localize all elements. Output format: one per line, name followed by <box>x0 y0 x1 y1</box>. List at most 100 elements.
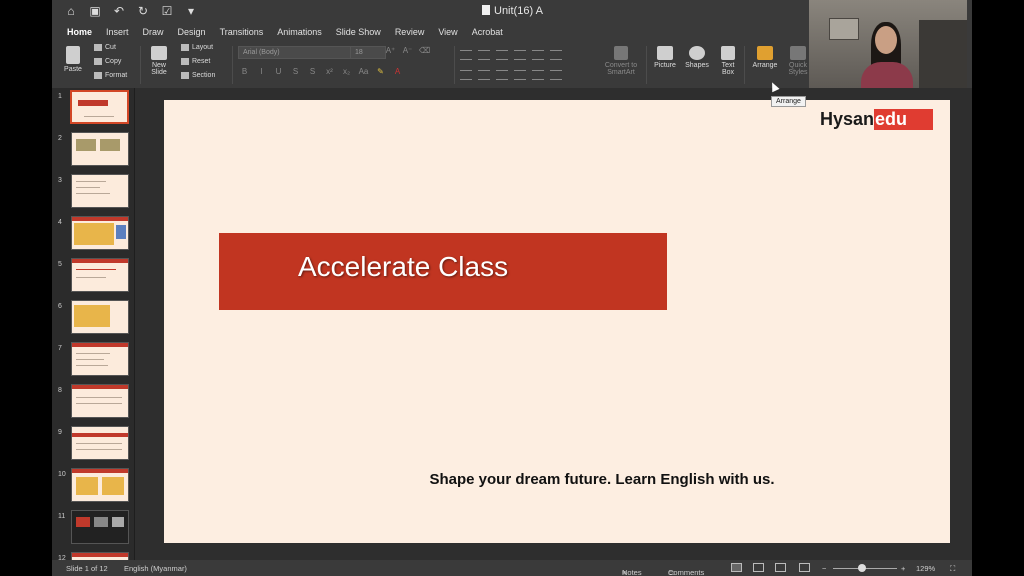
customize-chevron-icon[interactable]: ▾ <box>184 4 198 18</box>
strikethrough-icon[interactable]: S <box>289 67 302 76</box>
reading-view-icon[interactable] <box>775 563 786 572</box>
slide-thumbnail[interactable]: 3 <box>52 174 134 208</box>
fit-to-window-icon[interactable]: ⛶ <box>950 564 955 574</box>
status-bar: Slide 1 of 12 English (Myanmar) ≡ Notes … <box>52 560 972 576</box>
bold-icon[interactable]: B <box>238 67 251 76</box>
home-icon[interactable]: ⌂ <box>64 4 78 18</box>
check-icon[interactable]: ☑ <box>160 4 174 18</box>
normal-view-icon[interactable] <box>731 563 742 572</box>
text-box-button[interactable]: Text Box <box>717 46 739 76</box>
redo-icon[interactable]: ↻ <box>136 4 150 18</box>
layout-icon <box>181 44 189 51</box>
new-slide-button[interactable]: New Slide <box>148 46 170 76</box>
thumbnail-image <box>71 258 129 292</box>
slide[interactable]: Hysan edu Accelerate Class Shape your dre… <box>164 100 950 543</box>
bullets-icon[interactable] <box>460 50 472 60</box>
section-button[interactable]: Section <box>181 72 215 79</box>
underline-icon[interactable]: U <box>272 67 285 76</box>
shrink-font-icon[interactable]: A⁻ <box>401 46 414 55</box>
tab-slide-show[interactable]: Slide Show <box>329 24 388 42</box>
slide-thumbnail[interactable]: 6 <box>52 300 134 334</box>
slide-thumbnail[interactable]: 5 <box>52 258 134 292</box>
language-indicator[interactable]: English (Myanmar) <box>124 564 187 573</box>
align-center-icon[interactable] <box>478 70 490 80</box>
thumbnail-image <box>71 342 129 376</box>
format-painter-button[interactable]: Format <box>94 72 127 79</box>
picture-button[interactable]: Picture <box>652 46 678 69</box>
font-name-combo[interactable]: Arial (Body) <box>238 46 352 59</box>
font-size-combo[interactable]: 18 <box>350 46 386 59</box>
tab-view[interactable]: View <box>431 24 464 42</box>
new-slide-icon <box>151 46 167 60</box>
layout-button[interactable]: Layout <box>181 44 213 51</box>
zoom-out-icon[interactable]: − <box>822 564 826 573</box>
save-icon[interactable]: ▣ <box>88 4 102 18</box>
quick-styles-icon <box>790 46 806 60</box>
grow-font-icon[interactable]: A⁺ <box>384 46 397 55</box>
align-right-icon[interactable] <box>496 70 508 80</box>
clear-format-icon[interactable]: ⌫ <box>418 46 431 55</box>
thumbnail-image <box>71 132 129 166</box>
paste-icon <box>66 46 80 64</box>
zoom-in-icon[interactable]: + <box>901 564 905 573</box>
shadow-icon[interactable]: S <box>306 67 319 76</box>
tab-acrobat[interactable]: Acrobat <box>465 24 510 42</box>
tab-draw[interactable]: Draw <box>136 24 171 42</box>
title-banner[interactable]: Accelerate Class <box>219 233 667 310</box>
change-case-icon[interactable]: Aa <box>357 67 370 76</box>
quick-styles-button[interactable]: Quick Styles <box>785 46 811 76</box>
slide-thumbnail[interactable]: 7 <box>52 342 134 376</box>
superscript-icon[interactable]: x² <box>323 67 336 76</box>
scissors-icon <box>94 44 102 51</box>
document-icon <box>482 5 490 15</box>
undo-icon[interactable]: ↶ <box>112 4 126 18</box>
cut-button[interactable]: Cut <box>94 44 116 51</box>
numbering-icon[interactable] <box>478 50 490 60</box>
line-spacing-icon[interactable] <box>532 50 544 60</box>
tab-transitions[interactable]: Transitions <box>213 24 271 42</box>
slide-thumbnail[interactable]: 4 <box>52 216 134 250</box>
slide-thumbnail[interactable]: 8 <box>52 384 134 418</box>
italic-icon[interactable]: I <box>255 67 268 76</box>
slide-thumbnail[interactable]: 10 <box>52 468 134 502</box>
columns-icon[interactable] <box>550 50 562 60</box>
subscript-icon[interactable]: x₂ <box>340 67 353 76</box>
font-color-icon[interactable]: A <box>391 67 404 76</box>
tab-animations[interactable]: Animations <box>270 24 329 42</box>
reset-button[interactable]: Reset <box>181 58 210 65</box>
slide-thumbnail[interactable]: 11 <box>52 510 134 544</box>
slideshow-view-icon[interactable] <box>799 563 810 572</box>
picture-icon <box>657 46 673 60</box>
slide-thumbnail[interactable]: 9 <box>52 426 134 460</box>
decrease-indent-icon[interactable] <box>496 50 508 60</box>
thumbnail-image <box>71 468 129 502</box>
ribbon-divider <box>646 46 647 84</box>
justify-icon[interactable] <box>514 70 526 80</box>
copy-button[interactable]: Copy <box>94 58 121 65</box>
text-box-icon <box>721 46 735 60</box>
quick-access-toolbar: ⌂ ▣ ↶ ↻ ☑ ▾ <box>64 4 198 18</box>
slide-thumbnail[interactable]: 1 <box>52 90 134 124</box>
slide-tagline[interactable]: Shape your dream future. Learn English w… <box>164 471 950 488</box>
slide-sorter-icon[interactable] <box>753 563 764 572</box>
tab-design[interactable]: Design <box>171 24 213 42</box>
zoom-level[interactable]: 129% <box>916 564 935 573</box>
convert-smartart-button[interactable]: Convert to SmartArt <box>600 46 642 76</box>
shapes-button[interactable]: Shapes <box>684 46 710 69</box>
highlight-icon[interactable]: ✎ <box>374 67 387 76</box>
zoom-slider-handle[interactable] <box>858 564 866 572</box>
ribbon-divider <box>454 46 455 84</box>
tab-home[interactable]: Home <box>60 24 100 44</box>
text-direction-icon[interactable] <box>532 70 544 80</box>
align-text-icon[interactable] <box>550 70 562 80</box>
align-left-icon[interactable] <box>460 70 472 80</box>
tooltip: Arrange <box>771 96 806 107</box>
arrange-button[interactable]: Arrange <box>750 46 780 69</box>
paste-button[interactable]: Paste <box>62 46 84 73</box>
slide-thumbnail[interactable]: 2 <box>52 132 134 166</box>
tab-review[interactable]: Review <box>388 24 432 42</box>
increase-indent-icon[interactable] <box>514 50 526 60</box>
thumbnail-image <box>71 510 129 544</box>
tab-insert[interactable]: Insert <box>99 24 136 42</box>
arrange-icon <box>757 46 773 60</box>
